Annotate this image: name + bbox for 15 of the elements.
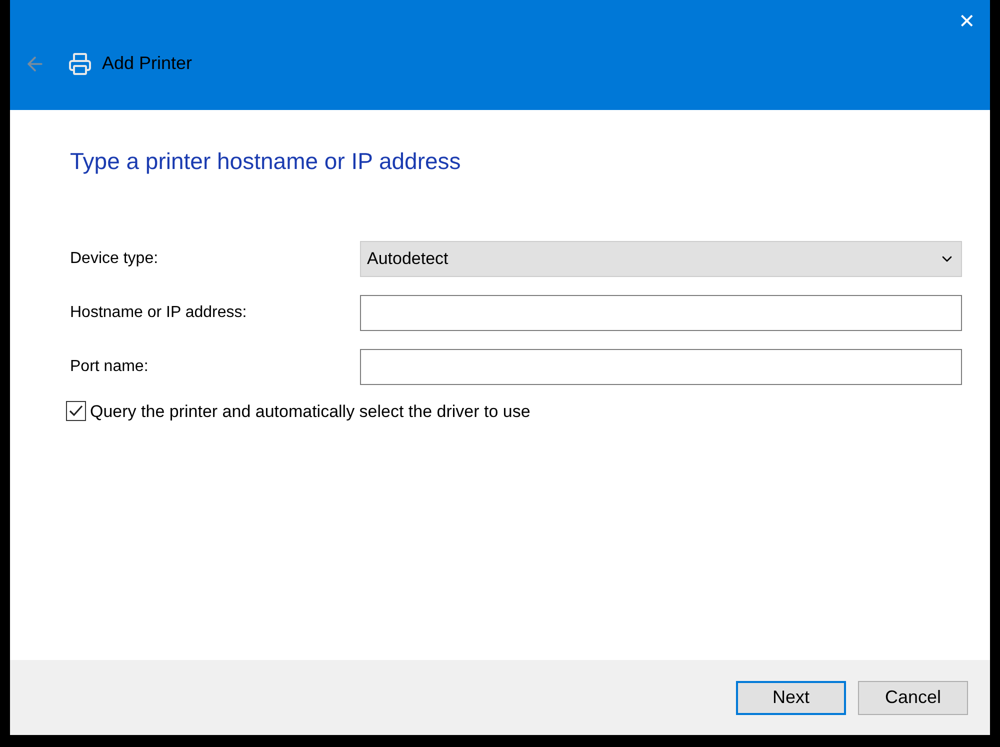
checkbox[interactable]: [66, 401, 86, 422]
text-field[interactable]: [360, 294, 962, 330]
field-label: Port name:: [70, 356, 150, 376]
field-label: Device type:: [70, 248, 160, 268]
close-button[interactable]: ✕: [944, 4, 990, 40]
dialog-button[interactable]: Next: [736, 680, 846, 714]
page-heading: Type a printer hostname or IP address: [70, 147, 462, 176]
window-title: Add Printer: [102, 52, 192, 75]
dialog-button[interactable]: Cancel: [858, 680, 968, 714]
checkbox-label: Query the printer and automatically select the driver to use: [90, 400, 530, 422]
text-field[interactable]: [360, 348, 962, 384]
field-label: Hostname or IP address:: [70, 302, 248, 322]
device-type-dropdown[interactable]: Autodetect: [360, 240, 962, 276]
printer-icon: [68, 52, 92, 76]
checkmark-icon: [69, 405, 83, 418]
